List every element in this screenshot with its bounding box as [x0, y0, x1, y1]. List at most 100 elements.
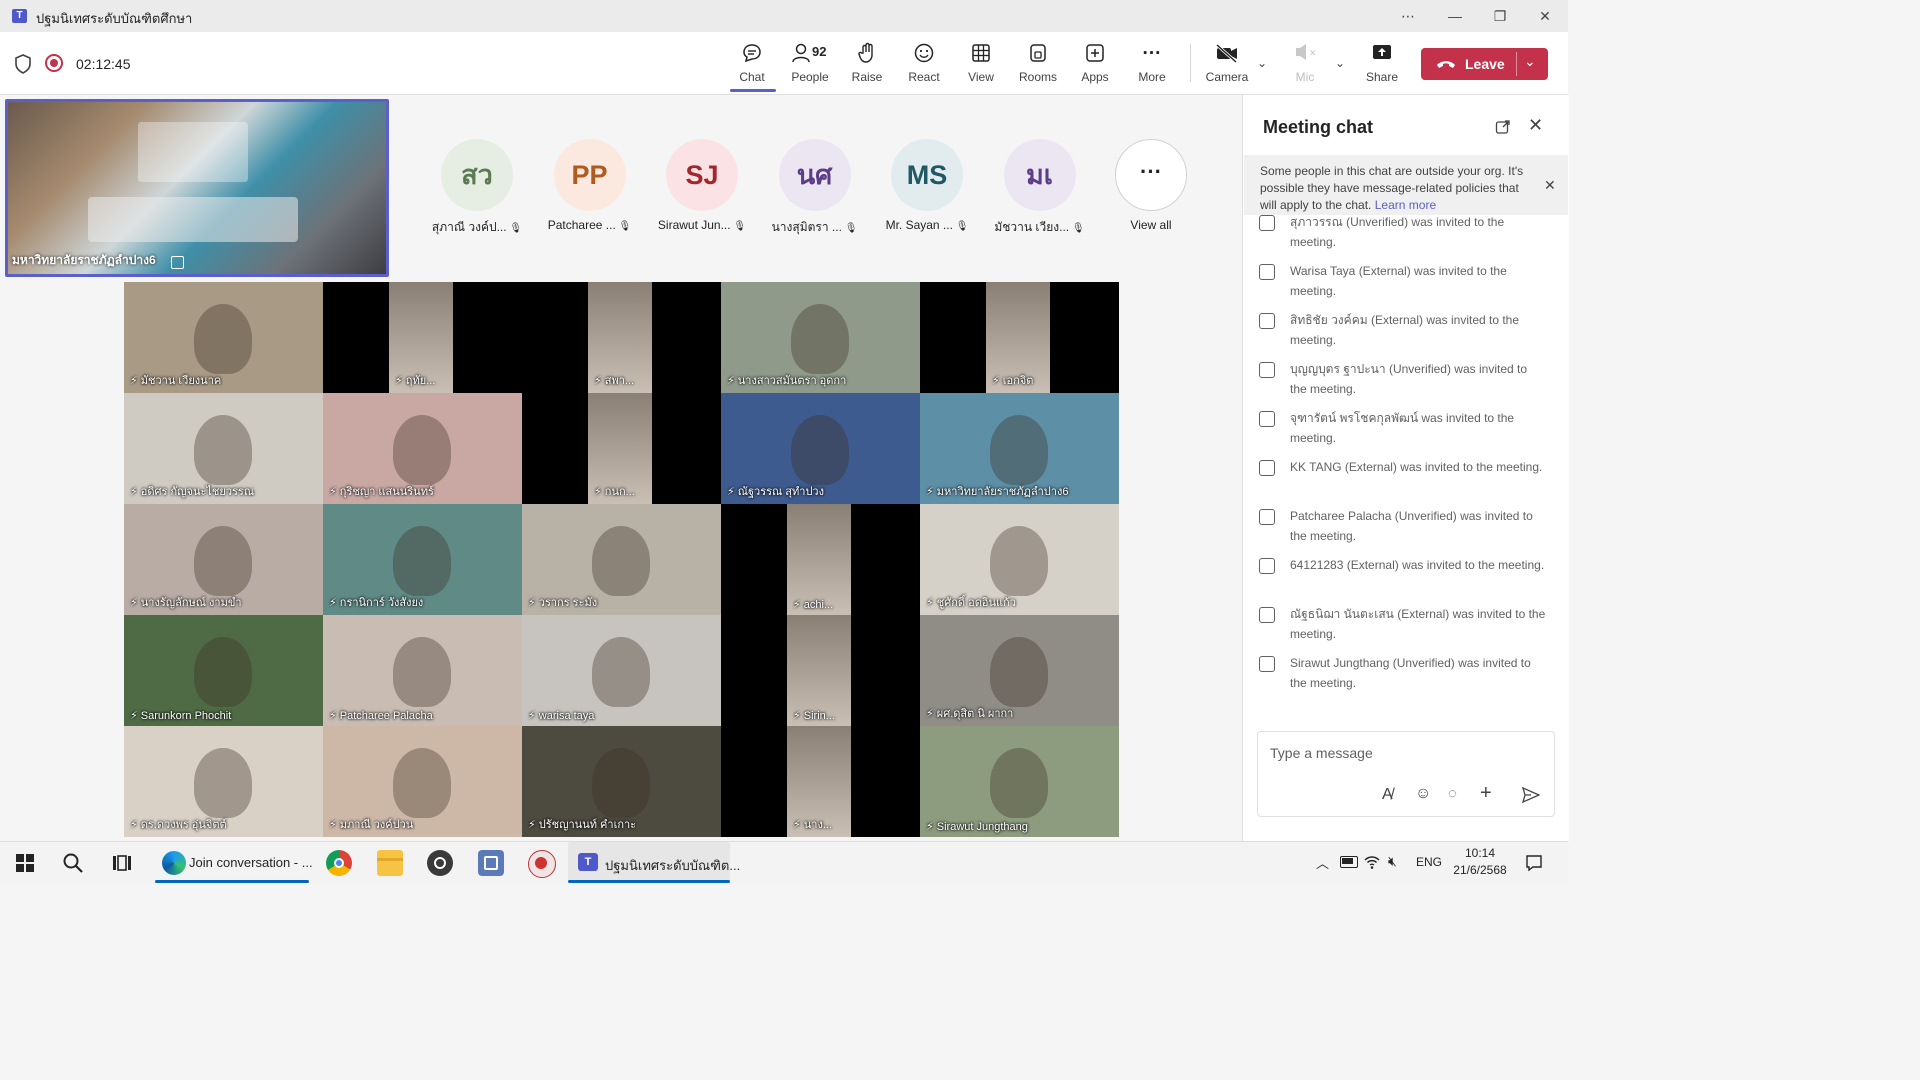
mic-options-chevron-icon[interactable]: ⌄: [1335, 56, 1345, 70]
participant-video-tile[interactable]: ⚡︎ กุริชญา แสนนรินทร์: [323, 393, 522, 504]
participant-video-tile[interactable]: ⚡︎ ดร.ดวงพร อุ่นจิตต์: [124, 726, 323, 837]
university-app-icon[interactable]: [528, 850, 556, 878]
loop-component-icon[interactable]: ◌: [1448, 785, 1457, 802]
participant-avatar[interactable]: สว: [441, 139, 513, 211]
react-button[interactable]: React: [896, 42, 952, 84]
view-all-button[interactable]: ···: [1115, 139, 1187, 211]
chrome-icon[interactable]: [326, 850, 352, 876]
participant-avatar[interactable]: PP: [553, 139, 626, 211]
participant-video-tile[interactable]: ⚡︎ warisa taya: [522, 615, 721, 726]
send-icon[interactable]: [1522, 787, 1540, 803]
camera-options-chevron-icon[interactable]: ⌄: [1257, 56, 1267, 70]
participant-video-tile[interactable]: ⚡︎ เอกจิต: [920, 282, 1119, 393]
view-button[interactable]: View: [953, 42, 1009, 84]
participant-video-tile[interactable]: ⚡︎ ชูศักดิ์ อดอินแก้ว: [920, 504, 1119, 615]
participant-video-tile[interactable]: ⚡︎ ฤทัย...: [323, 282, 522, 393]
participant-video-tile[interactable]: ⚡︎ นาง...: [721, 726, 920, 837]
share-button[interactable]: Share: [1354, 42, 1410, 84]
participant-video-tile[interactable]: ⚡︎ อดิศร กัญจนะไชยวรรณ: [124, 393, 323, 504]
video-tile-name-text: สพา...: [604, 375, 635, 387]
input-language[interactable]: ENG: [1416, 855, 1442, 869]
taskbar-edge-app[interactable]: Join conversation - ...: [155, 842, 313, 883]
close-window-icon[interactable]: ✕: [1535, 6, 1555, 26]
participant-video-tile[interactable]: ⚡︎ กนก...: [522, 393, 721, 504]
calendar-invite-icon: [1259, 215, 1275, 231]
participant-video-tile[interactable]: ⚡︎ นางรัญลักษณ์ งามขำ: [124, 504, 323, 615]
dismiss-notice-icon[interactable]: ✕: [1544, 177, 1556, 194]
participant-video-tile[interactable]: ⚡︎ Sirin...: [721, 615, 920, 726]
video-tile-name: ⚡︎ นางรัญลักษณ์ งามขำ: [130, 593, 242, 611]
participant-avatar[interactable]: มเ: [1003, 139, 1076, 211]
participant-video-tile[interactable]: ⚡︎ ปรัชญานนท์ คำเกาะ: [522, 726, 721, 837]
leave-options-chevron-icon[interactable]: ⌄: [1524, 53, 1536, 70]
participant-video-tile[interactable]: ⚡︎ ณัฐวรรณ สุทำปวง: [721, 393, 920, 504]
participant-avatar[interactable]: MS: [891, 139, 963, 211]
mic-muted-icon: ⚡︎: [793, 710, 804, 722]
participant-video-tile[interactable]: ⚡︎ นางสาวสมันตรา อุดกา: [721, 282, 920, 393]
participant-video-tile[interactable]: ⚡︎ วรากร ระมัง: [522, 504, 721, 615]
leave-button[interactable]: Leave ⌄: [1421, 48, 1548, 80]
add-attachment-icon[interactable]: +: [1480, 782, 1492, 805]
raise-hand-button[interactable]: Raise: [839, 42, 895, 84]
participant-video-tile[interactable]: ⚡︎ มภาณี วงค์ปวน: [323, 726, 522, 837]
notifications-icon[interactable]: [1525, 854, 1543, 872]
participant-video-tile[interactable]: ⚡︎ Sarunkorn Phochit: [124, 615, 323, 726]
compose-box[interactable]: Type a message A̸ ☺ ◌ +: [1257, 731, 1555, 817]
more-button[interactable]: ··· More: [1124, 42, 1180, 84]
format-icon[interactable]: A̸: [1382, 786, 1393, 804]
emoji-icon[interactable]: ☺: [1415, 785, 1431, 803]
participant-video-tile[interactable]: ⚡︎ กรานิการ์ วังสังยง: [323, 504, 522, 615]
add-app-icon: [1067, 42, 1123, 66]
mic-button[interactable]: ✕ Mic: [1277, 42, 1333, 84]
camera-button[interactable]: Camera: [1199, 42, 1255, 84]
participant-silhouette: [393, 637, 451, 707]
file-explorer-icon[interactable]: [377, 850, 403, 876]
video-tile-name-text: นาง...: [803, 819, 833, 831]
meeting-table: [88, 197, 298, 242]
pop-out-icon[interactable]: [1495, 119, 1511, 135]
pinned-video[interactable]: มหาวิทยาลัยราชภัฏลำปาง6: [5, 99, 389, 277]
mic-muted-icon: 🎙︎: [841, 223, 858, 234]
task-view-icon[interactable]: [112, 853, 132, 873]
close-chat-icon[interactable]: ✕: [1528, 115, 1543, 136]
participant-video-tile[interactable]: ⚡︎ Sirawut Jungthang: [920, 726, 1119, 837]
participant-video-tile[interactable]: ⚡︎ achi...: [721, 504, 920, 615]
volume-muted-icon[interactable]: 🔇︎: [1388, 853, 1397, 870]
participant-avatar[interactable]: SJ: [666, 139, 738, 211]
video-tile-name: ⚡︎ มภาณี วงค์ปวน: [329, 815, 413, 833]
participant-name: นางสุมิตรา ... 🎙︎: [760, 218, 870, 237]
shield-icon[interactable]: [14, 54, 32, 74]
learn-more-link[interactable]: Learn more: [1375, 198, 1436, 212]
obs-icon[interactable]: [427, 850, 453, 876]
chat-button[interactable]: Chat: [724, 42, 780, 84]
rooms-button[interactable]: Rooms: [1010, 42, 1066, 84]
restore-icon[interactable]: ❐: [1490, 6, 1510, 26]
participant-video-tile[interactable]: ⚡︎ สพา...: [522, 282, 721, 393]
meeting-toolbar: 02:12:45 Chat 92 People Raise React View: [0, 32, 1568, 95]
taskbar-teams-app[interactable]: T ปฐมนิเทศระดับบัณฑิต...: [568, 842, 740, 883]
more-options-icon[interactable]: ⋯: [1398, 6, 1418, 26]
message-input[interactable]: Type a message: [1270, 745, 1373, 761]
participant-avatar[interactable]: นศ: [778, 139, 851, 211]
apps-button[interactable]: Apps: [1067, 42, 1123, 84]
calendar-invite-icon: [1259, 656, 1275, 672]
raise-label: Raise: [851, 70, 883, 84]
chat-message-text: 64121283 (External) was invited to the m…: [1290, 558, 1545, 572]
mic-muted-icon: ⚡︎: [926, 821, 937, 833]
battery-icon[interactable]: [1340, 856, 1358, 868]
participant-silhouette: [194, 304, 252, 374]
minimize-icon[interactable]: —: [1445, 6, 1465, 26]
participant-video-tile[interactable]: ⚡︎ มัชวาน เวียงนาค: [124, 282, 323, 393]
chat-system-message: ณัฐธนิฌา นันตะเสน (External) was invited…: [1259, 604, 1559, 646]
participant-video-tile[interactable]: ⚡︎ มหาวิทยาลัยราชภัฏลำปาง6: [920, 393, 1119, 504]
search-icon[interactable]: [62, 852, 84, 874]
participant-video-tile[interactable]: ⚡︎ ผศ.ดุสิต นิ ผากา: [920, 615, 1119, 726]
clock[interactable]: 10:14 21/6/2568: [1450, 846, 1510, 877]
whiteboard-app-icon[interactable]: [478, 850, 504, 876]
tray-overflow-chevron-icon[interactable]: ︿: [1316, 853, 1329, 872]
wifi-icon[interactable]: [1364, 854, 1380, 870]
windows-start-icon[interactable]: [16, 854, 34, 872]
people-button[interactable]: 92 People: [782, 42, 838, 84]
participant-video-tile[interactable]: ⚡︎ Patcharee Palacha: [323, 615, 522, 726]
grid-view-icon: [953, 42, 1009, 66]
